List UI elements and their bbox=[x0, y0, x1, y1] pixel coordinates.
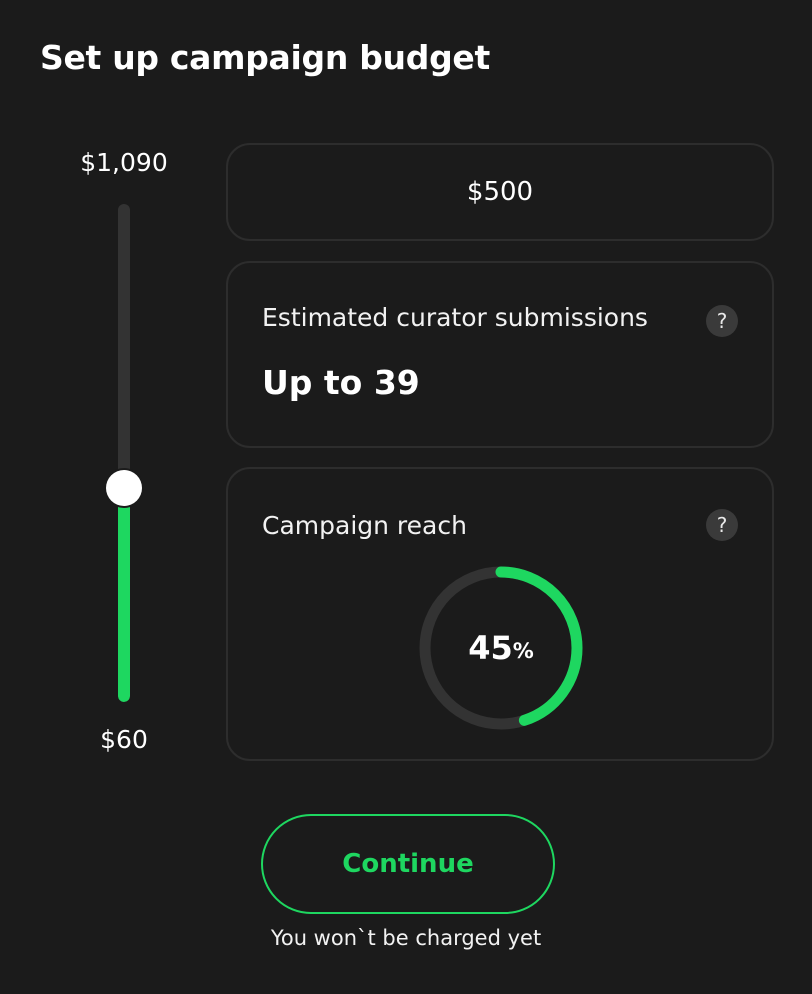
reach-percent-number: 45 bbox=[468, 629, 513, 667]
submissions-label: Estimated curator submissions bbox=[262, 303, 648, 332]
budget-amount-field[interactable]: $500 bbox=[226, 143, 774, 241]
submissions-value: Up to 39 bbox=[262, 363, 420, 402]
slider-max-label: $1,090 bbox=[80, 148, 168, 177]
help-icon[interactable]: ? bbox=[706, 509, 738, 541]
reach-card: Campaign reach ? 45% bbox=[226, 467, 774, 761]
continue-button[interactable]: Continue bbox=[261, 814, 555, 914]
slider-min-label: $60 bbox=[100, 725, 148, 754]
page-title: Set up campaign budget bbox=[40, 38, 490, 77]
charge-note: You won`t be charged yet bbox=[270, 926, 542, 950]
reach-progress-ring: 45% bbox=[416, 563, 586, 733]
reach-label: Campaign reach bbox=[262, 511, 467, 540]
reach-percent: 45% bbox=[416, 563, 586, 733]
slider-fill bbox=[118, 487, 130, 702]
budget-amount-value: $500 bbox=[466, 177, 534, 207]
help-icon[interactable]: ? bbox=[706, 305, 738, 337]
submissions-card: Estimated curator submissions ? Up to 39 bbox=[226, 261, 774, 448]
slider-handle[interactable] bbox=[106, 469, 142, 506]
reach-percent-unit: % bbox=[512, 639, 534, 663]
slider-track[interactable] bbox=[118, 204, 130, 702]
